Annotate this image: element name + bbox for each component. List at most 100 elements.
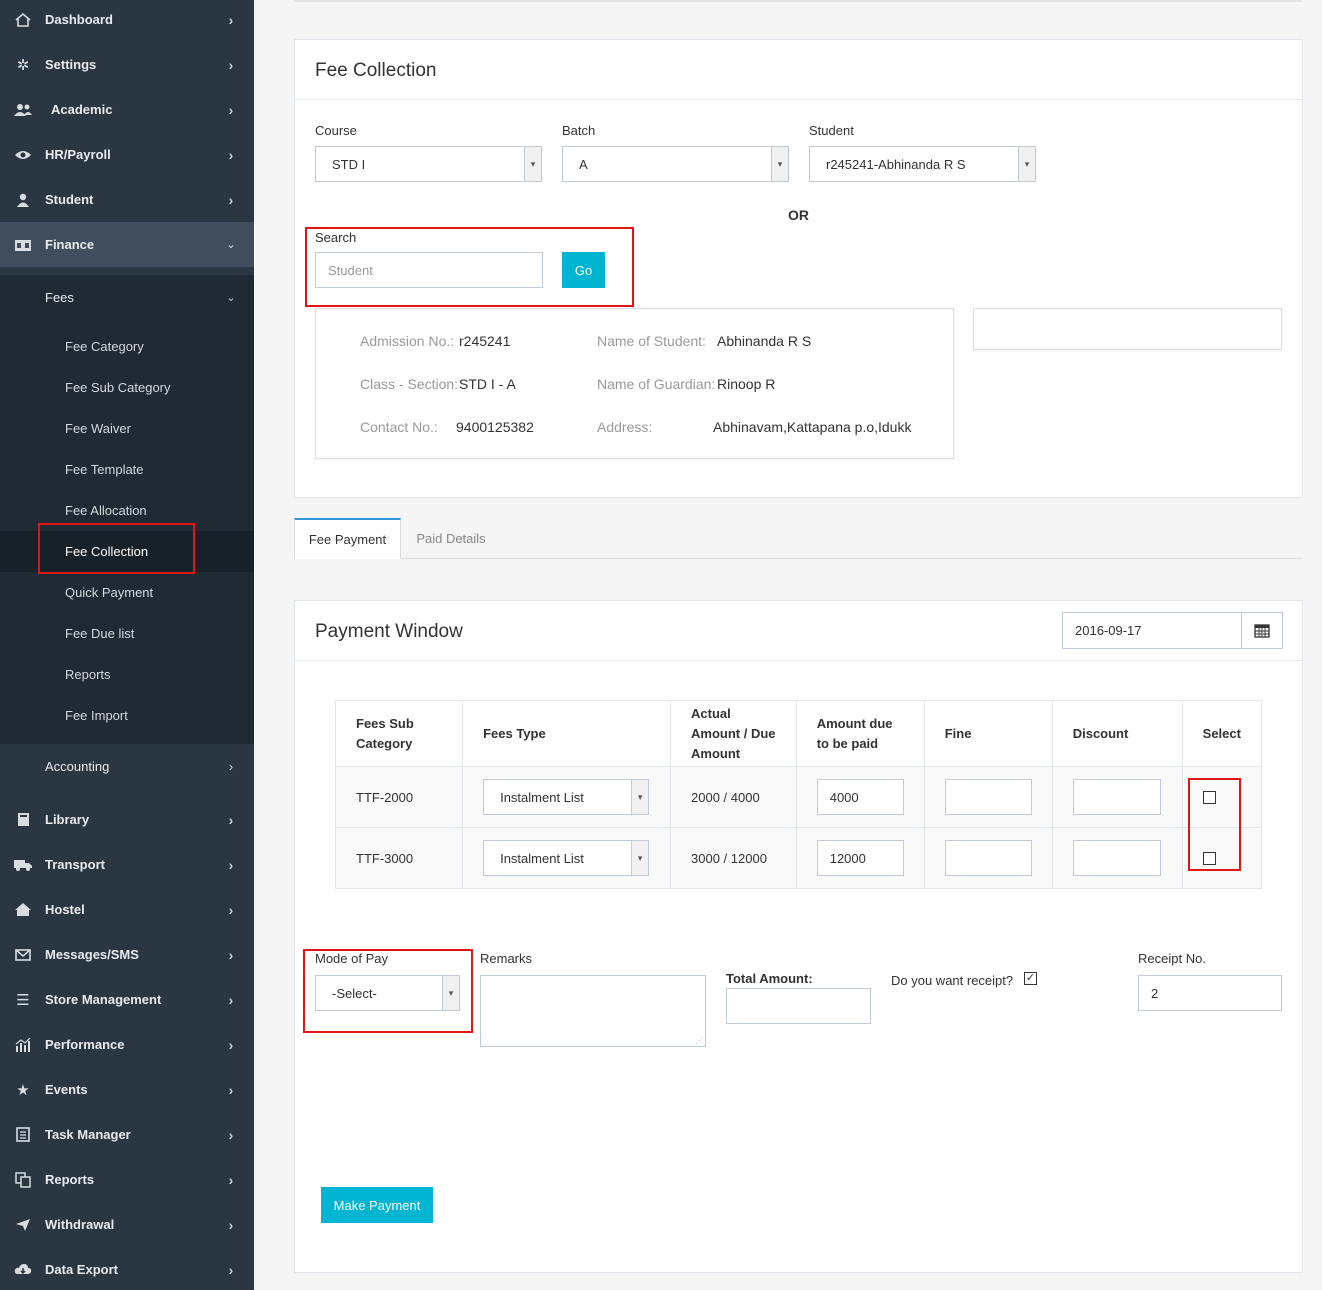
sidebar-item-withdrawal[interactable]: Withdrawal › bbox=[0, 1202, 254, 1247]
gears-icon: ✲ bbox=[16, 56, 30, 74]
truck-icon bbox=[13, 855, 33, 875]
envelope-icon bbox=[13, 945, 33, 965]
sidebar-item-hostel[interactable]: Hostel › bbox=[0, 887, 254, 932]
payment-window-title: Payment Window bbox=[315, 621, 463, 642]
column-header: Fees Type bbox=[462, 700, 672, 767]
remarks-textarea[interactable]: ⋰ bbox=[480, 975, 706, 1047]
sidebar-item-fee-template[interactable]: Fee Template bbox=[0, 449, 254, 490]
sidebar-item-quick-payment[interactable]: Quick Payment bbox=[0, 572, 254, 613]
sidebar-item-fee-sub-category[interactable]: Fee Sub Category bbox=[0, 367, 254, 408]
amount-due-input[interactable]: 4000 bbox=[816, 779, 904, 815]
mode-of-pay-select[interactable]: -Select- ▾ bbox=[315, 975, 460, 1011]
class-label: Class - Section: bbox=[360, 376, 459, 392]
bank-icon bbox=[13, 235, 33, 255]
sidebar-item-label: Finance bbox=[45, 237, 95, 252]
fees-type-select[interactable]: Instalment List ▾ bbox=[483, 779, 650, 815]
chevron-right-icon: › bbox=[228, 901, 234, 918]
sidebar-item-hr-payroll[interactable]: HR/Payroll › bbox=[0, 132, 254, 177]
date-input[interactable]: 2016-09-17 bbox=[1062, 612, 1242, 649]
sidebar-item-fees[interactable]: Fees ⌄ bbox=[0, 275, 254, 320]
receipt-no-input[interactable]: 2 bbox=[1138, 975, 1282, 1011]
column-header: Amount due to be paid bbox=[795, 700, 925, 767]
sidebar-item-label: Events bbox=[45, 1082, 88, 1097]
guardian-label: Name of Guardian: bbox=[597, 376, 716, 392]
sidebar-item-accounting[interactable]: Accounting › bbox=[0, 744, 254, 789]
chevron-right-icon: › bbox=[228, 11, 234, 28]
sidebar-item-label: Student bbox=[45, 192, 94, 207]
sub-category-cell: TTF-3000 bbox=[334, 827, 464, 889]
student-select[interactable]: r245241-Abhinanda R S ▾ bbox=[809, 146, 1036, 182]
search-input[interactable]: Student bbox=[315, 252, 543, 288]
tab-fee-payment[interactable]: Fee Payment bbox=[294, 518, 401, 559]
top-divider bbox=[294, 0, 1302, 2]
sidebar-item-reports-main[interactable]: Reports › bbox=[0, 1157, 254, 1202]
fees-type-value: Instalment List bbox=[500, 790, 584, 805]
sidebar-item-finance[interactable]: Finance ⌄ bbox=[0, 222, 254, 267]
fine-input[interactable] bbox=[944, 840, 1032, 876]
receipt-checkbox[interactable]: ✓ bbox=[1024, 972, 1037, 985]
sidebar-item-store-management[interactable]: ☰ Store Management › bbox=[0, 977, 254, 1022]
sidebar-item-fee-due-list[interactable]: Fee Due list bbox=[0, 613, 254, 654]
or-separator: OR bbox=[788, 207, 809, 223]
batch-select[interactable]: A ▾ bbox=[562, 146, 789, 182]
sidebar-item-messages[interactable]: Messages/SMS › bbox=[0, 932, 254, 977]
chevron-right-icon: › bbox=[228, 946, 234, 963]
fees-type-value: Instalment List bbox=[500, 851, 584, 866]
course-select[interactable]: STD I ▾ bbox=[315, 146, 542, 182]
users-icon bbox=[13, 100, 33, 120]
sidebar-item-label: Data Export bbox=[45, 1262, 118, 1277]
total-amount-label: Total Amount: bbox=[726, 971, 813, 986]
sidebar-item-fee-category[interactable]: Fee Category bbox=[0, 326, 254, 367]
address-value: Abhinavam,Kattapana p.o,Idukk bbox=[713, 419, 912, 435]
search-label: Search bbox=[315, 230, 357, 245]
make-payment-button[interactable]: Make Payment bbox=[321, 1187, 433, 1223]
chevron-right-icon: › bbox=[228, 1261, 234, 1278]
go-button[interactable]: Go bbox=[562, 252, 605, 288]
admission-label: Admission No.: bbox=[360, 333, 455, 349]
calendar-button[interactable] bbox=[1241, 612, 1283, 649]
sidebar-item-settings[interactable]: ✲ Settings › bbox=[0, 42, 254, 87]
fees-submenu: Fees ⌄ Fee Category Fee Sub Category Fee… bbox=[0, 275, 254, 745]
sidebar-item-student[interactable]: Student › bbox=[0, 177, 254, 222]
fees-type-select[interactable]: Instalment List ▾ bbox=[483, 840, 650, 876]
fine-input[interactable] bbox=[944, 779, 1032, 815]
chevron-down-icon: ▾ bbox=[631, 780, 649, 814]
resize-grip-icon: ⋰ bbox=[695, 1036, 703, 1045]
sidebar-item-label: Fee Category bbox=[65, 339, 144, 354]
sidebar-item-label: Fee Sub Category bbox=[65, 380, 171, 395]
chevron-down-icon: ▾ bbox=[771, 147, 788, 181]
discount-input[interactable] bbox=[1072, 779, 1161, 815]
chevron-right-icon: › bbox=[228, 101, 234, 118]
select-checkbox[interactable] bbox=[1202, 851, 1216, 865]
guardian-value: Rinoop R bbox=[717, 376, 776, 392]
sidebar-item-academic[interactable]: Academic › bbox=[0, 87, 254, 132]
sidebar-item-fee-import[interactable]: Fee Import bbox=[0, 695, 254, 736]
tab-paid-details[interactable]: Paid Details bbox=[402, 518, 500, 559]
sidebar-item-dashboard[interactable]: Dashboard › bbox=[0, 0, 254, 42]
discount-input[interactable] bbox=[1072, 840, 1161, 876]
mode-of-pay-value: -Select- bbox=[332, 986, 377, 1001]
sidebar-item-label: Performance bbox=[45, 1037, 125, 1052]
sidebar-item-fee-collection[interactable]: Fee Collection bbox=[0, 531, 254, 572]
chevron-right-icon: › bbox=[228, 759, 234, 774]
sidebar-item-label: Library bbox=[45, 812, 90, 827]
column-header: Actual Amount / Due Amount bbox=[670, 700, 797, 767]
sidebar-item-label: Store Management bbox=[45, 992, 162, 1007]
amount-due-input[interactable]: 12000 bbox=[816, 840, 904, 876]
sidebar-item-performance[interactable]: Performance › bbox=[0, 1022, 254, 1067]
fees-table: Fees Sub Category Fees Type Actual Amoun… bbox=[334, 700, 1263, 889]
sidebar-item-task-manager[interactable]: Task Manager › bbox=[0, 1112, 254, 1157]
sidebar-item-transport[interactable]: Transport › bbox=[0, 842, 254, 887]
total-amount-input[interactable] bbox=[726, 988, 871, 1024]
sidebar-item-reports[interactable]: Reports bbox=[0, 654, 254, 695]
chevron-right-icon: › bbox=[228, 991, 234, 1008]
select-checkbox[interactable] bbox=[1202, 790, 1216, 804]
sidebar-item-label: Fee Template bbox=[65, 462, 144, 477]
sidebar-item-events[interactable]: ★ Events › bbox=[0, 1067, 254, 1112]
photo-box bbox=[973, 308, 1282, 350]
sidebar-item-library[interactable]: Library › bbox=[0, 797, 254, 842]
sidebar-item-fee-allocation[interactable]: Fee Allocation bbox=[0, 490, 254, 531]
sidebar-item-fee-waiver[interactable]: Fee Waiver bbox=[0, 408, 254, 449]
sidebar-item-data-export[interactable]: Data Export › bbox=[0, 1247, 254, 1290]
sidebar-item-label: Hostel bbox=[45, 902, 85, 917]
